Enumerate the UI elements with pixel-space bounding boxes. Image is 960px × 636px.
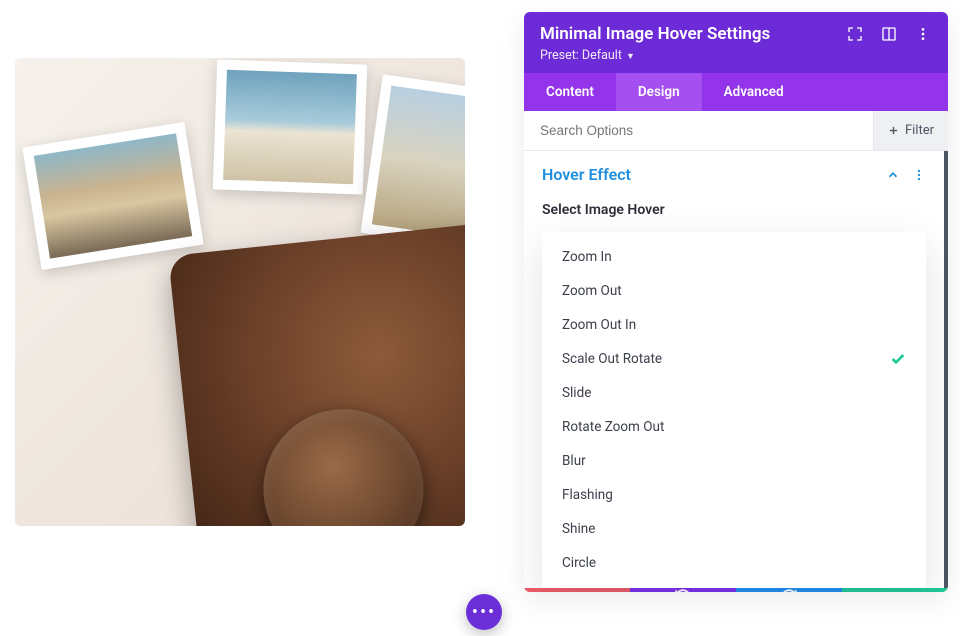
- collapse-section-button[interactable]: [886, 168, 900, 182]
- option-label: Flashing: [562, 487, 613, 503]
- more-vertical-icon[interactable]: [914, 25, 932, 43]
- search-input[interactable]: [524, 111, 873, 150]
- dropdown-option[interactable]: Zoom In: [542, 240, 926, 274]
- camera-case: [168, 222, 465, 526]
- section-header: Hover Effect: [542, 165, 926, 184]
- tab-design[interactable]: Design: [616, 73, 702, 111]
- option-label: Zoom In: [562, 249, 612, 265]
- dropdown-option[interactable]: Rotate Zoom Out: [542, 410, 926, 444]
- option-label: Shine: [562, 521, 595, 537]
- option-label: Blur: [562, 453, 586, 469]
- filter-button[interactable]: Filter: [873, 111, 948, 150]
- dropdown-option[interactable]: Scale Out Rotate: [542, 342, 926, 376]
- polaroid-photo: [22, 122, 203, 270]
- preset-label: Preset: Default: [540, 48, 622, 63]
- polaroid-photo: [213, 59, 367, 194]
- option-label: Zoom Out: [562, 283, 622, 299]
- panel-header-actions: [846, 25, 932, 43]
- panel-footer: [524, 588, 948, 592]
- hover-effect-dropdown: Zoom In Zoom Out Zoom Out In Scale Out Rota…: [542, 232, 926, 588]
- panel-title: Minimal Image Hover Settings: [540, 24, 770, 44]
- preview-image: [15, 58, 465, 526]
- filter-label: Filter: [905, 123, 934, 138]
- preset-selector[interactable]: Preset: Default ▼: [540, 48, 932, 63]
- dropdown-option[interactable]: Zoom Out In: [542, 308, 926, 342]
- check-icon: [890, 351, 906, 367]
- option-label: Rotate Zoom Out: [562, 419, 664, 435]
- dropdown-option[interactable]: Blur: [542, 444, 926, 478]
- cancel-button[interactable]: [524, 588, 630, 592]
- tabs: Content Design Advanced: [524, 73, 948, 111]
- field-label: Select Image Hover: [542, 202, 926, 218]
- option-label: Slide: [562, 385, 591, 401]
- undo-button[interactable]: [630, 588, 736, 592]
- expand-panel-button[interactable]: •••: [466, 594, 502, 630]
- section-title: Hover Effect: [542, 165, 631, 184]
- option-label: Zoom Out In: [562, 317, 636, 333]
- option-label: Scale Out Rotate: [562, 351, 662, 367]
- save-button[interactable]: [842, 588, 948, 592]
- plus-icon: [888, 125, 899, 136]
- panel-body: Hover Effect Select Image Hover Zoom InZ…: [524, 151, 948, 588]
- section-more-icon[interactable]: [912, 168, 926, 182]
- dropdown-option[interactable]: Slide: [542, 376, 926, 410]
- redo-button[interactable]: [736, 588, 842, 592]
- fullscreen-icon[interactable]: [846, 25, 864, 43]
- dropdown-option[interactable]: Circle: [542, 546, 926, 580]
- columns-icon[interactable]: [880, 25, 898, 43]
- search-bar: Filter: [524, 111, 948, 151]
- tab-content[interactable]: Content: [524, 73, 616, 111]
- tab-advanced[interactable]: Advanced: [702, 73, 806, 111]
- caret-down-icon: ▼: [626, 52, 635, 62]
- settings-panel: Minimal Image Hover Settings Preset: Def…: [524, 12, 948, 592]
- option-label: Circle: [562, 555, 596, 571]
- dropdown-option[interactable]: Zoom Out: [542, 274, 926, 308]
- dropdown-option[interactable]: Shine: [542, 512, 926, 546]
- panel-header: Minimal Image Hover Settings Preset: Def…: [524, 12, 948, 73]
- dropdown-option[interactable]: Flashing: [542, 478, 926, 512]
